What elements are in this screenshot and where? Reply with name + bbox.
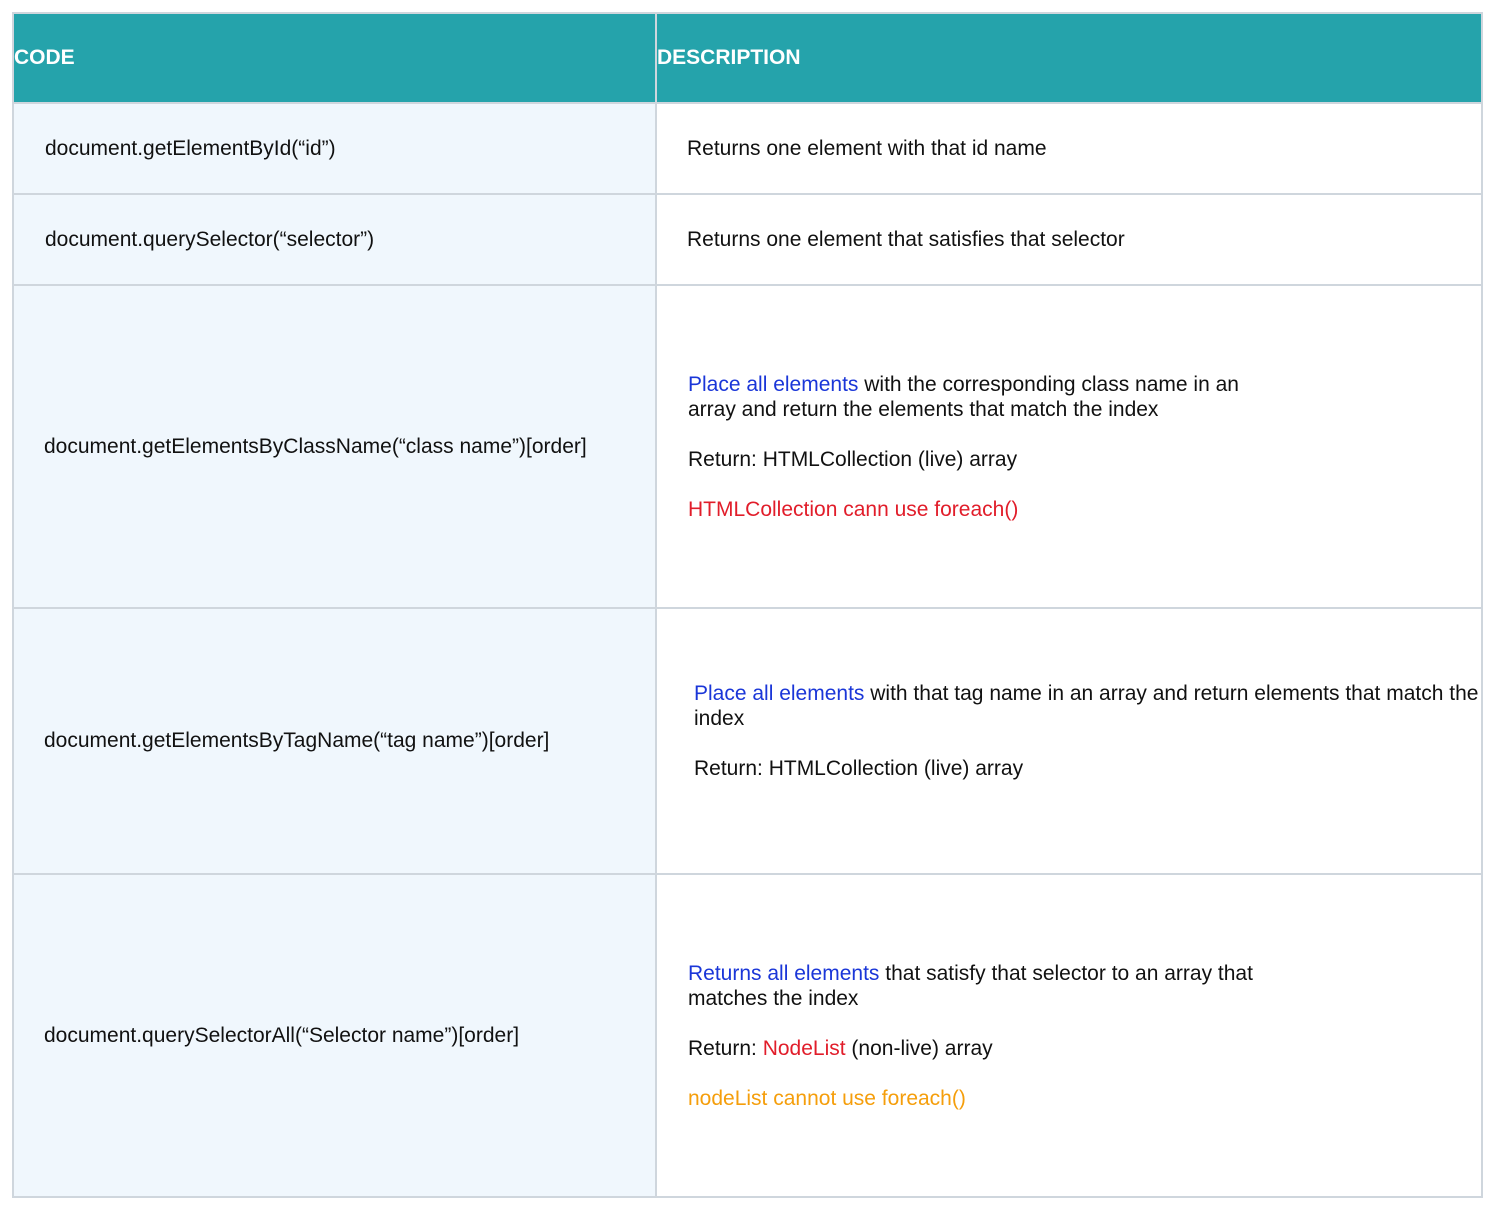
code-cell: document.querySelector(“selector”) bbox=[12, 193, 657, 286]
description-block: Place all elements with that tag name in… bbox=[694, 681, 1481, 781]
table-header-row: CODE DESCRIPTION bbox=[12, 12, 1483, 104]
code-cell: document.getElementsByTagName(“tag name”… bbox=[12, 607, 657, 875]
note-text: HTMLCollection cann use foreach() bbox=[688, 497, 1019, 521]
description-block: Place all elements with the correspondin… bbox=[688, 372, 1248, 522]
description-cell: Returns one element that satisfies that … bbox=[655, 193, 1483, 286]
return-text: Return: NodeList (non-live) array bbox=[688, 1036, 1258, 1061]
highlight-text: Place all elements bbox=[688, 372, 859, 396]
table-row: document.getElementById(“id”) Returns on… bbox=[12, 102, 1483, 195]
description-text: Place all elements with that tag name in… bbox=[694, 681, 1481, 731]
highlight-text: Returns all elements bbox=[688, 961, 880, 985]
description-cell: Returns all elements that satisfy that s… bbox=[655, 873, 1483, 1198]
description-cell: Place all elements with that tag name in… bbox=[655, 607, 1483, 875]
return-text: Return: HTMLCollection (live) array bbox=[688, 447, 1018, 471]
code-column-header: CODE bbox=[12, 12, 657, 104]
table-row: document.getElementsByClassName(“class n… bbox=[12, 284, 1483, 609]
description-cell: Returns one element with that id name bbox=[655, 102, 1483, 195]
code-cell: document.querySelectorAll(“Selector name… bbox=[12, 873, 657, 1198]
table-row: document.querySelectorAll(“Selector name… bbox=[12, 873, 1483, 1198]
description-column-header: DESCRIPTION bbox=[655, 12, 1483, 104]
description-text: Place all elements with the correspondin… bbox=[688, 372, 1248, 422]
table-row: document.getElementsByTagName(“tag name”… bbox=[12, 607, 1483, 875]
code-cell: document.getElementById(“id”) bbox=[12, 102, 657, 195]
description-cell: Place all elements with the correspondin… bbox=[655, 284, 1483, 609]
highlight-text: Place all elements bbox=[694, 682, 865, 705]
nodelist-highlight: NodeList bbox=[762, 1036, 846, 1060]
reference-table: CODE DESCRIPTION document.getElementById… bbox=[12, 12, 1483, 1198]
note-text: nodeList cannot use foreach() bbox=[688, 1086, 966, 1110]
description-text: Returns all elements that satisfy that s… bbox=[688, 961, 1258, 1011]
table-row: document.querySelector(“selector”) Retur… bbox=[12, 193, 1483, 286]
description-block: Returns all elements that satisfy that s… bbox=[688, 961, 1258, 1111]
return-prefix: Return: bbox=[688, 1036, 763, 1060]
return-text: Return: HTMLCollection (live) array bbox=[694, 757, 1024, 780]
code-cell: document.getElementsByClassName(“class n… bbox=[12, 284, 657, 609]
return-suffix: (non-live) array bbox=[845, 1036, 993, 1060]
